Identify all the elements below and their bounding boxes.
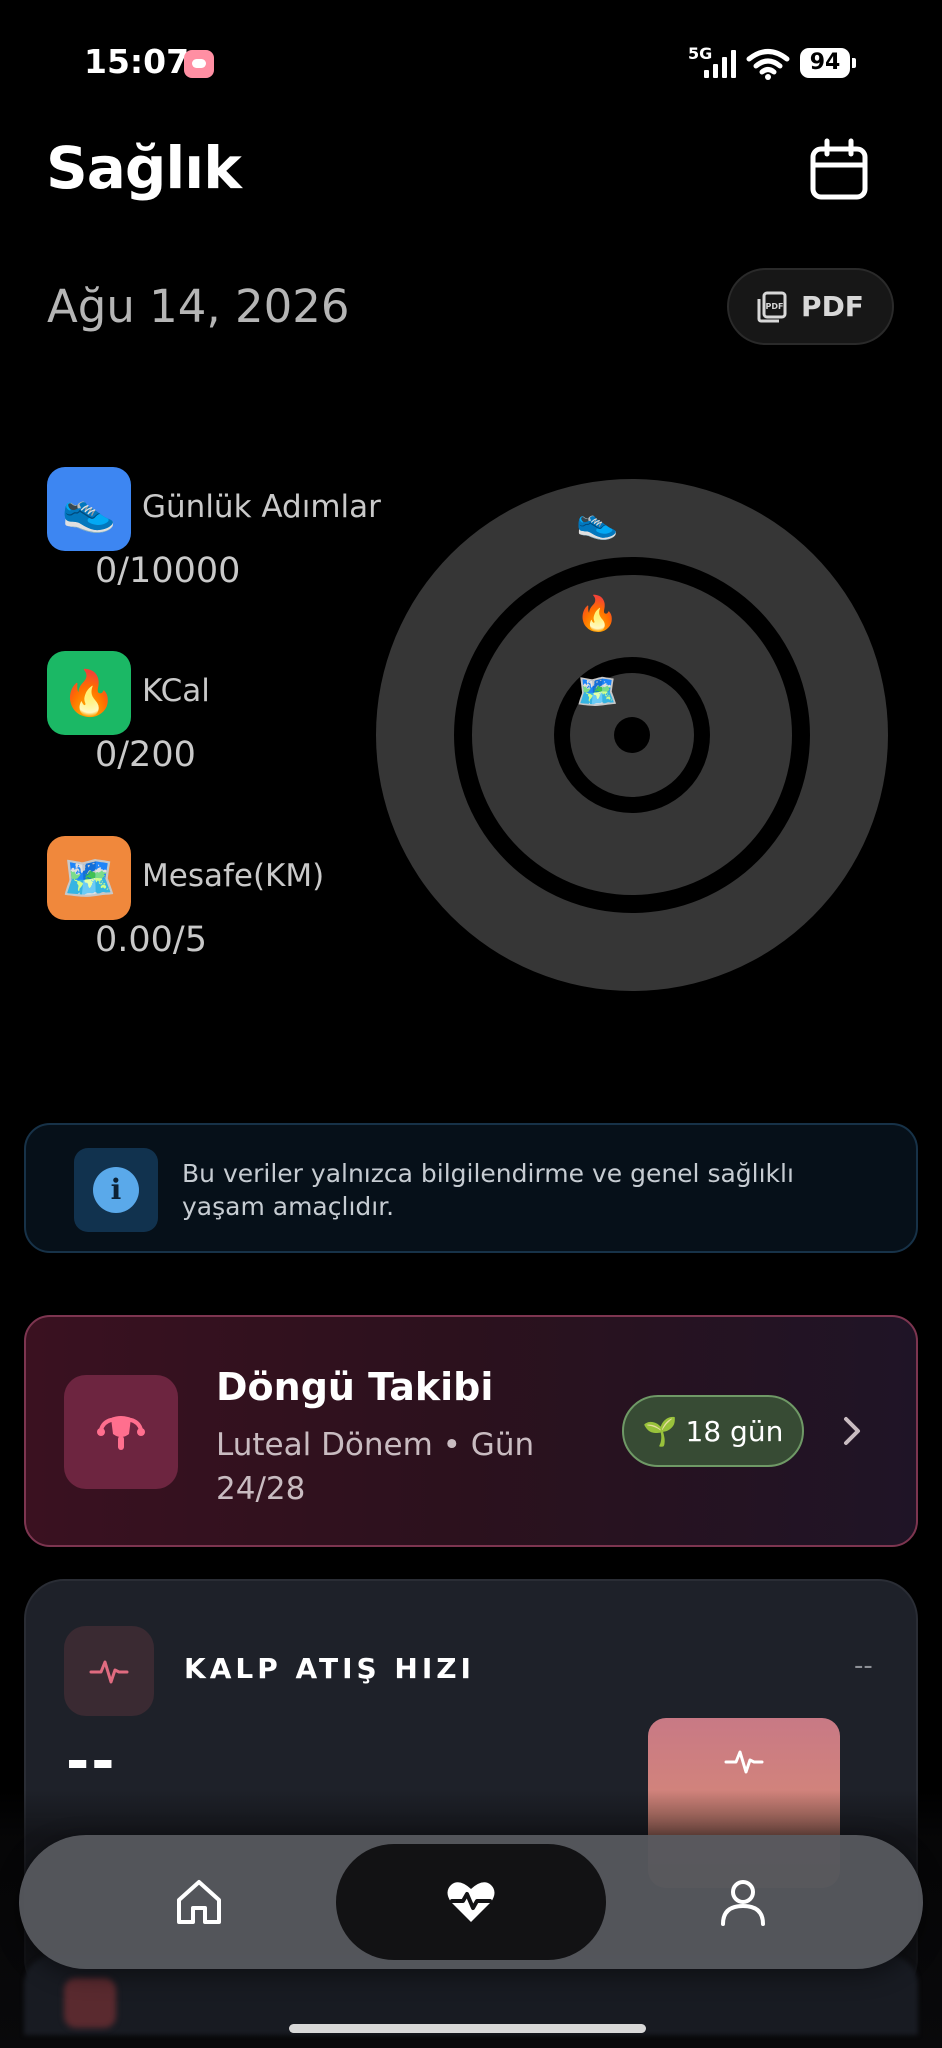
metric-kcal-label: KCal — [142, 673, 210, 709]
home-icon — [177, 1880, 221, 1924]
pdf-file-icon: PDF — [757, 291, 787, 322]
info-text: Bu veriler yalnızca bilgilendirme ve gen… — [182, 1159, 794, 1221]
heart-pulse-icon — [447, 1882, 495, 1922]
wifi-icon — [746, 49, 790, 80]
heart-rate-title: KALP ATIŞ HIZI — [184, 1652, 475, 1685]
cycle-title: Döngü Takibi — [216, 1365, 494, 1409]
pulse-icon-container — [64, 1626, 154, 1716]
selected-date: Ağu 14, 2026 — [47, 280, 350, 333]
uterus-icon-container — [64, 1375, 178, 1489]
signal-icon — [704, 50, 736, 78]
metric-distance-label: Mesafe(KM) — [142, 858, 325, 894]
fire-icon: 🔥 — [47, 651, 131, 735]
bottom-navigation — [19, 1835, 923, 1969]
pdf-export-button[interactable]: PDF PDF — [727, 268, 894, 345]
svg-text:PDF: PDF — [766, 302, 784, 311]
metric-distance-value: 0.00/5 — [95, 920, 207, 960]
metric-kcal-value: 0/200 — [95, 735, 196, 775]
message-notification-icon — [184, 50, 214, 78]
nav-home[interactable] — [79, 1835, 319, 1969]
info-notice: i Bu veriler yalnızca bilgilendirme ve g… — [24, 1123, 918, 1253]
metric-steps-value: 0/10000 — [95, 551, 241, 591]
ring-map-icon: 🗺️ — [576, 672, 619, 712]
cycle-subtitle: Luteal Dönem • Gün 24/28 — [216, 1427, 535, 1507]
heart-rate-status: -- — [854, 1651, 873, 1681]
ring-fire-icon: 🔥 — [576, 594, 619, 634]
battery-indicator: 94 — [800, 48, 856, 78]
pdf-button-label: PDF — [801, 290, 864, 323]
page-title: Sağlık — [46, 134, 242, 202]
next-card-icon — [64, 1978, 116, 2028]
status-time: 15:07 — [84, 42, 190, 81]
heart-rate-value: -- — [66, 1729, 117, 1794]
map-icon: 🗺️ — [47, 836, 131, 920]
calendar-icon[interactable] — [804, 136, 874, 206]
metric-steps-label: Günlük Adımlar — [142, 489, 381, 525]
info-icon-container: i — [74, 1148, 158, 1232]
status-bar: 15:07 5G 94 — [0, 0, 942, 120]
measure-pulse-icon — [724, 1750, 764, 1774]
uterus-icon — [97, 1416, 145, 1450]
nav-health[interactable] — [336, 1844, 606, 1960]
home-indicator[interactable] — [289, 2024, 646, 2033]
nav-profile[interactable] — [623, 1835, 863, 1969]
shoe-icon: 👟 — [47, 467, 131, 551]
chevron-right-icon — [844, 1417, 860, 1445]
ring-shoe-icon: 👟 — [576, 502, 619, 542]
sprout-icon: 🌱 — [642, 1414, 678, 1448]
activity-ring-chart — [376, 479, 888, 991]
info-icon: i — [93, 1167, 139, 1213]
days-remaining-label: 18 gün — [685, 1414, 784, 1448]
days-remaining-badge: 🌱 18 gün — [622, 1395, 804, 1467]
cycle-tracking-card[interactable]: Döngü Takibi Luteal Dönem • Gün 24/28 🌱 … — [24, 1315, 918, 1547]
profile-icon — [721, 1880, 765, 1926]
pulse-icon — [89, 1660, 129, 1684]
